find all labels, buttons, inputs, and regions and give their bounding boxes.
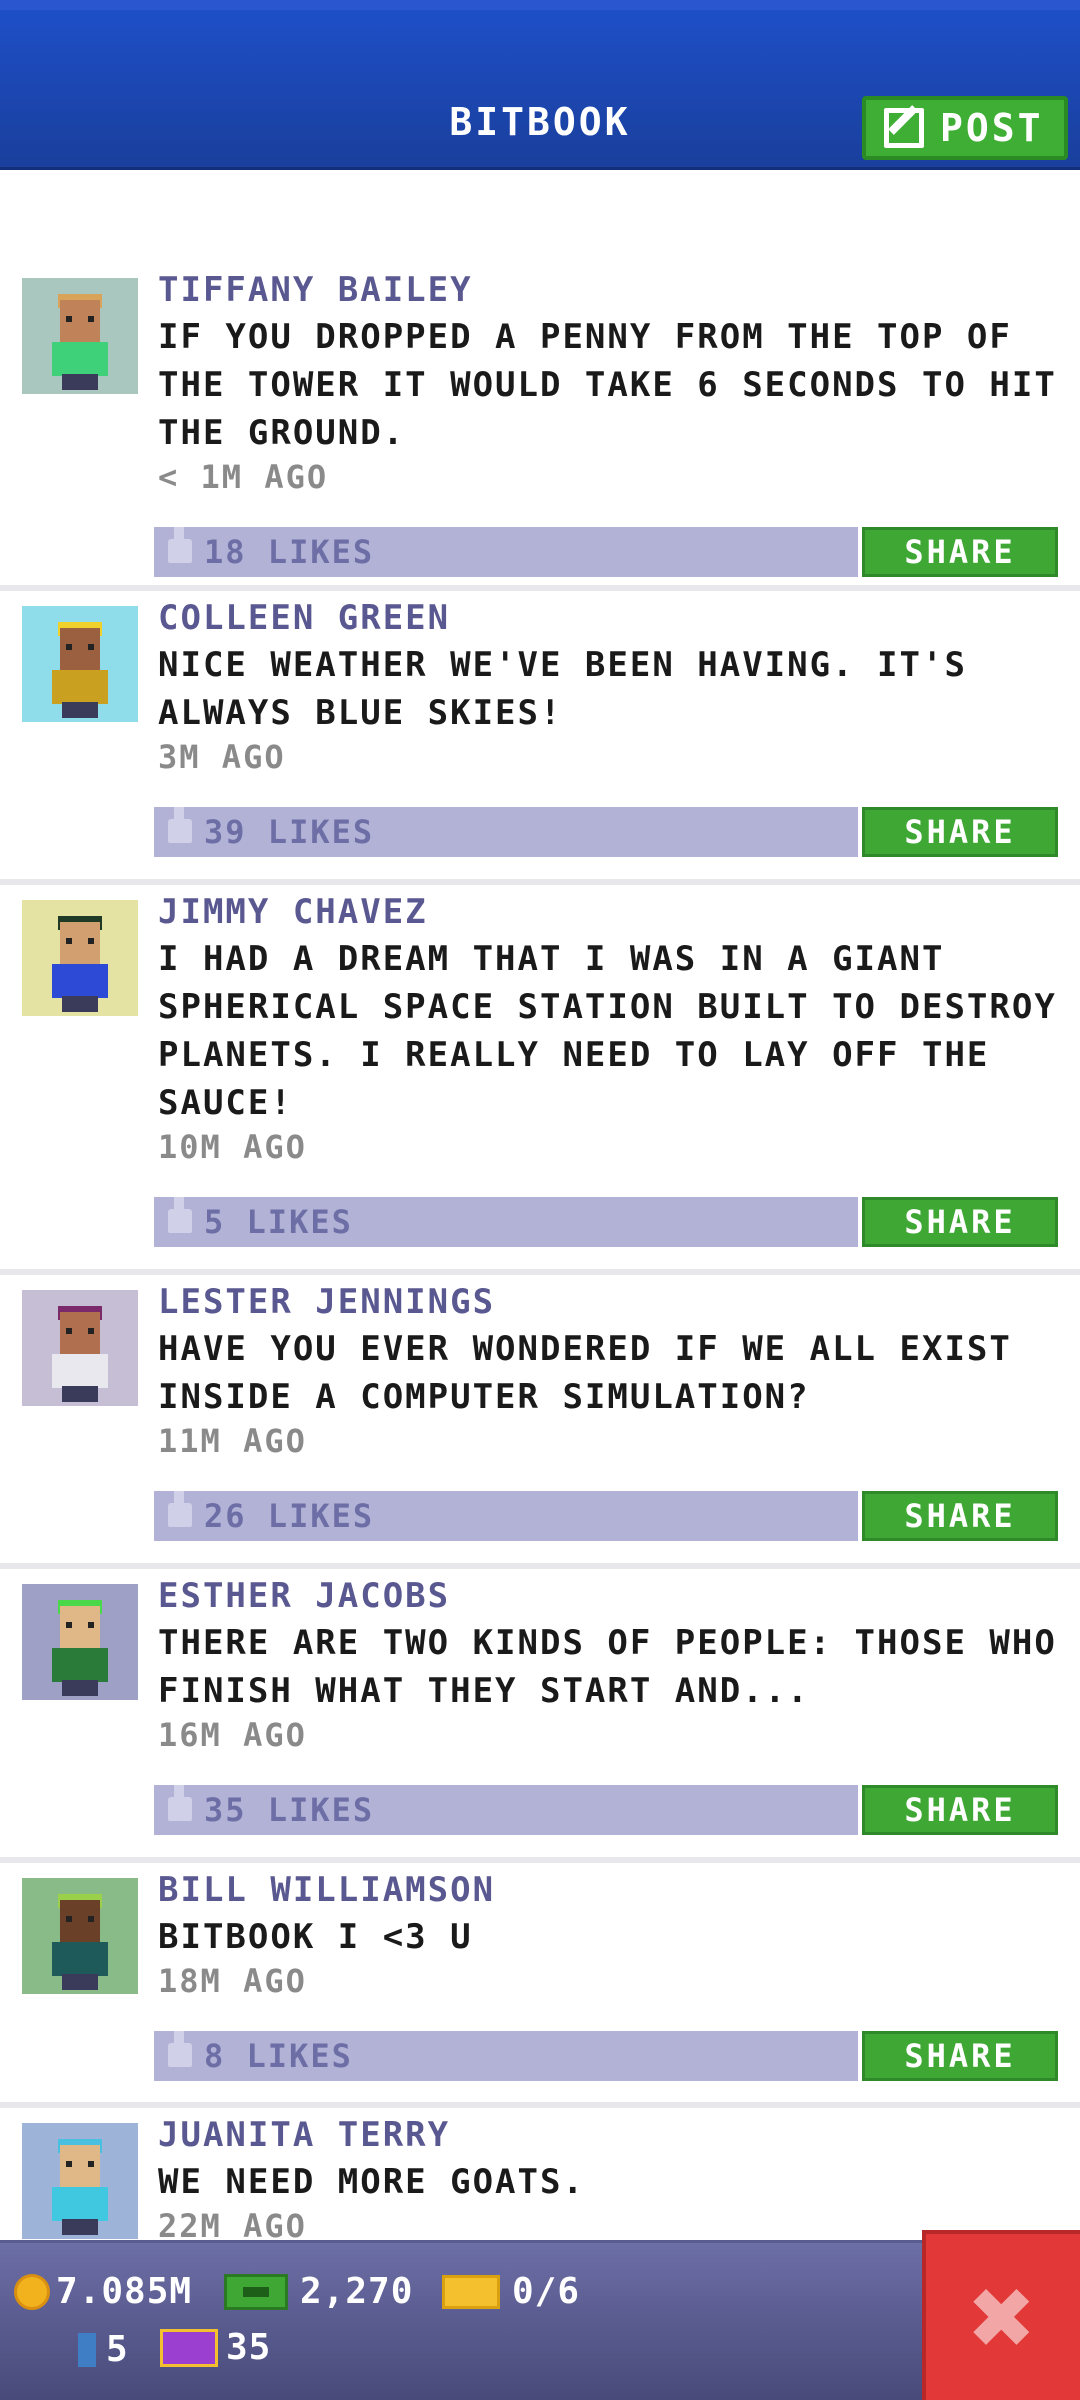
post-time: 3M AGO (158, 738, 286, 776)
post-text: THERE ARE TWO KINDS OF PEOPLE: THOSE WHO… (158, 1623, 1057, 1711)
list-item: TIFFANY BAILEY IF YOU DROPPED A PENNY FR… (0, 263, 1080, 591)
list-item: COLLEEN GREEN NICE WEATHER WE'VE BEEN HA… (0, 591, 1080, 885)
post-text: IF YOU DROPPED A PENNY FROM THE TOP OF T… (158, 317, 1057, 453)
vip-stat: 35 (160, 2327, 271, 2368)
post-author[interactable]: JIMMY CHAVEZ (158, 892, 428, 932)
share-button[interactable]: SHARE (862, 807, 1058, 857)
post-time: 11M AGO (158, 1422, 307, 1460)
thumbs-up-icon (168, 807, 192, 843)
likes-count: 26 LIKES (204, 1497, 375, 1535)
list-item: BILL WILLIAMSON BITBOOK I <3 U 18M AGO 8… (0, 1863, 1080, 2108)
post-author[interactable]: TIFFANY BAILEY (158, 270, 473, 310)
post-text: HAVE YOU EVER WONDERED IF WE ALL EXIST I… (158, 1329, 1012, 1417)
floors-value: 5 (106, 2329, 129, 2370)
resource-bar: 7.085M 2,270 0/6 5 35 (0, 2240, 1080, 2400)
share-button[interactable]: SHARE (862, 1197, 1058, 1247)
bux-icon (224, 2273, 288, 2310)
avatar[interactable] (22, 2123, 138, 2239)
thumbs-up-icon (168, 527, 192, 563)
coins-stat: 7.085M (14, 2271, 192, 2312)
post-time: 10M AGO (158, 1128, 307, 1166)
likes-count: 5 LIKES (204, 1203, 353, 1241)
bux-stat: 2,270 (224, 2271, 413, 2312)
bux-value: 2,270 (300, 2271, 414, 2312)
post-button-label: POST (940, 106, 1044, 150)
list-item: ESTHER JACOBS THERE ARE TWO KINDS OF PEO… (0, 1569, 1080, 1863)
coins-value: 7.085M (56, 2271, 193, 2312)
likes-count: 35 LIKES (204, 1791, 375, 1829)
thumbs-up-icon (168, 1491, 192, 1527)
share-button[interactable]: SHARE (862, 1491, 1058, 1541)
post-author[interactable]: BILL WILLIAMSON (158, 1870, 495, 1910)
tickets-value: 0/6 (512, 2271, 581, 2312)
like-button[interactable]: 26 LIKES (154, 1491, 858, 1541)
post-time: 16M AGO (158, 1716, 307, 1754)
edit-icon (884, 108, 924, 148)
feed-list[interactable]: TIFFANY BAILEY IF YOU DROPPED A PENNY FR… (0, 263, 1080, 2308)
post-text: NICE WEATHER WE'VE BEEN HAVING. IT'S ALW… (158, 645, 967, 733)
post-text: BITBOOK I <3 U (158, 1917, 473, 1957)
like-button[interactable]: 5 LIKES (154, 1197, 858, 1247)
vip-icon (160, 2328, 218, 2367)
list-item: LESTER JENNINGS HAVE YOU EVER WONDERED I… (0, 1275, 1080, 1569)
like-button[interactable]: 35 LIKES (154, 1785, 858, 1835)
vip-value: 35 (226, 2327, 272, 2368)
coin-icon (14, 2273, 50, 2310)
app-header: BITBOOK POST (0, 0, 1080, 170)
avatar[interactable] (22, 278, 138, 394)
like-button[interactable]: 39 LIKES (154, 807, 858, 857)
post-text: WE NEED MORE GOATS. (158, 2162, 585, 2202)
post-time: < 1M AGO (158, 458, 329, 496)
ticket-icon (442, 2274, 500, 2309)
tickets-stat: 0/6 (442, 2271, 580, 2312)
close-icon: ✖ (969, 2253, 1037, 2381)
list-item: JIMMY CHAVEZ I HAD A DREAM THAT I WAS IN… (0, 885, 1080, 1275)
likes-count: 18 LIKES (204, 533, 375, 571)
avatar[interactable] (22, 1584, 138, 1700)
avatar[interactable] (22, 1878, 138, 1994)
thumbs-up-icon (168, 1785, 192, 1821)
post-text: I HAD A DREAM THAT I WAS IN A GIANT SPHE… (158, 939, 1057, 1123)
like-button[interactable]: 8 LIKES (154, 2031, 858, 2081)
share-button[interactable]: SHARE (862, 527, 1058, 577)
floors-stat: 5 (78, 2329, 129, 2370)
thumbs-up-icon (168, 1197, 192, 1233)
avatar[interactable] (22, 1290, 138, 1406)
avatar[interactable] (22, 900, 138, 1016)
post-author[interactable]: LESTER JENNINGS (158, 1282, 495, 1322)
share-button[interactable]: SHARE (862, 1785, 1058, 1835)
thumbs-up-icon (168, 2031, 192, 2067)
share-button[interactable]: SHARE (862, 2031, 1058, 2081)
post-author[interactable]: JUANITA TERRY (158, 2115, 450, 2155)
avatar[interactable] (22, 606, 138, 722)
likes-count: 39 LIKES (204, 813, 375, 851)
post-time: 18M AGO (158, 1962, 307, 2000)
like-button[interactable]: 18 LIKES (154, 527, 858, 577)
close-button[interactable]: ✖ (922, 2230, 1080, 2400)
likes-count: 8 LIKES (204, 2037, 353, 2075)
post-author[interactable]: ESTHER JACOBS (158, 1576, 450, 1616)
floor-icon (78, 2332, 96, 2367)
post-author[interactable]: COLLEEN GREEN (158, 598, 450, 638)
post-button[interactable]: POST (862, 96, 1068, 160)
